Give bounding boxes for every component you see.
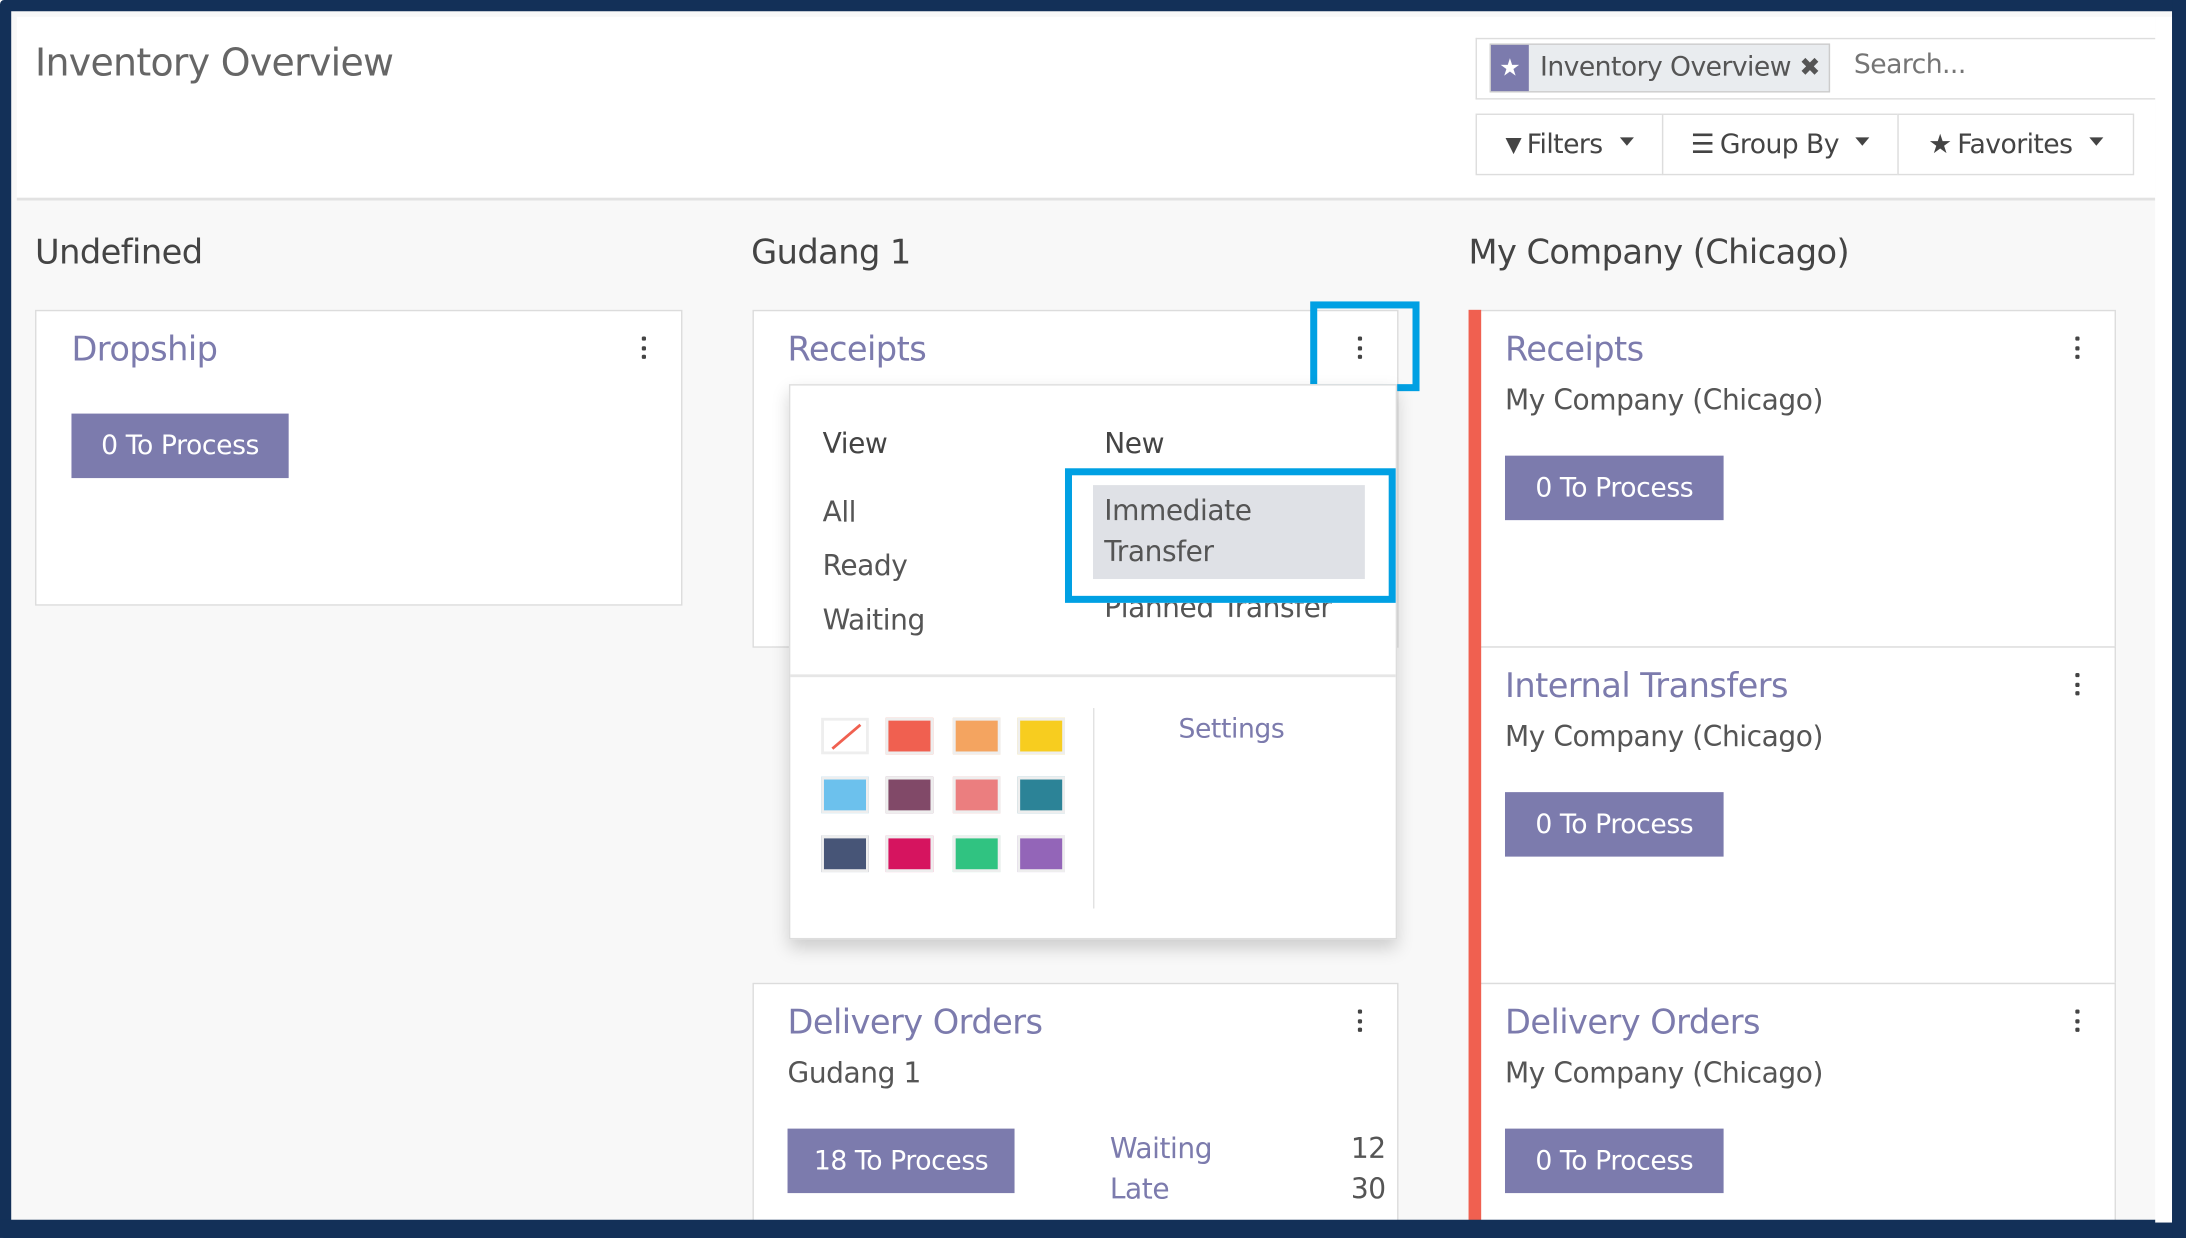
- no-color-swatch[interactable]: [821, 717, 869, 755]
- card-title[interactable]: Receipts: [1505, 329, 1644, 368]
- star-icon: ★: [1928, 128, 1952, 160]
- color-swatch[interactable]: [1017, 717, 1065, 755]
- favorites-label: Favorites: [1957, 128, 2073, 160]
- divider: [1093, 708, 1095, 909]
- color-swatch[interactable]: [1017, 835, 1065, 873]
- card-subtitle: My Company (Chicago): [1504, 1055, 1824, 1090]
- filters-label: Filters: [1526, 128, 1603, 160]
- to-process-button[interactable]: 0 To Process: [1504, 1128, 1724, 1194]
- star-icon: ★: [1490, 44, 1529, 92]
- to-process-button[interactable]: 0 To Process: [1504, 455, 1724, 521]
- card-title[interactable]: Delivery Orders: [788, 1002, 1044, 1041]
- kebab-menu-icon[interactable]: [2074, 1009, 2080, 1032]
- to-process-button[interactable]: 18 To Process: [787, 1128, 1015, 1194]
- group-by-button[interactable]: ☰ Group By: [1661, 113, 1899, 176]
- caret-down-icon: [2089, 136, 2104, 146]
- view-ready-item[interactable]: Ready: [823, 548, 908, 582]
- card-subtitle: My Company (Chicago): [1504, 382, 1824, 417]
- new-heading: New: [1104, 426, 1165, 460]
- late-link[interactable]: Late: [1110, 1172, 1170, 1206]
- to-process-button[interactable]: 0 To Process: [1504, 792, 1724, 857]
- facet-label: Inventory Overview: [1540, 51, 1791, 83]
- search-facet: ★ Inventory Overview ✖: [1489, 43, 1831, 93]
- color-swatch[interactable]: [1017, 776, 1065, 814]
- color-swatch[interactable]: [885, 717, 934, 755]
- column-header: My Company (Chicago): [1468, 232, 1850, 272]
- card-title[interactable]: Receipts: [788, 329, 927, 368]
- card-title[interactable]: Dropship: [71, 329, 218, 368]
- filters-button[interactable]: ▼ Filters: [1475, 113, 1664, 176]
- waiting-count: 12: [1350, 1131, 1386, 1166]
- kebab-menu-icon[interactable]: [640, 336, 646, 359]
- color-swatch[interactable]: [952, 835, 1001, 873]
- page-title: Inventory Overview: [35, 42, 394, 86]
- column-header: Undefined: [35, 232, 203, 272]
- card-title[interactable]: Delivery Orders: [1505, 1002, 1761, 1041]
- card-subtitle: Gudang 1: [787, 1055, 922, 1090]
- to-process-button[interactable]: 0 To Process: [71, 413, 289, 479]
- late-count: 30: [1350, 1172, 1386, 1206]
- view-all-item[interactable]: All: [823, 495, 857, 529]
- settings-link[interactable]: Settings: [1178, 714, 1284, 745]
- search-input[interactable]: [1853, 49, 2135, 80]
- frame-gutter: [2155, 16, 2173, 1223]
- window-frame-bottom: [0, 1219, 2186, 1238]
- column-header: Gudang 1: [751, 232, 911, 272]
- window-frame-right: [2172, 0, 2186, 1238]
- color-swatch[interactable]: [952, 776, 1001, 814]
- view-waiting-item[interactable]: Waiting: [823, 603, 926, 637]
- card-title[interactable]: Internal Transfers: [1505, 666, 1789, 705]
- color-swatch[interactable]: [821, 835, 869, 873]
- caret-down-icon: [1855, 136, 1870, 146]
- caret-down-icon: [1619, 136, 1634, 146]
- card-color-bar: [1468, 309, 1482, 1222]
- card-subtitle: My Company (Chicago): [1504, 719, 1824, 753]
- view-heading: View: [822, 426, 888, 460]
- filter-icon: ▼: [1505, 131, 1522, 158]
- kebab-menu-icon[interactable]: [2074, 672, 2080, 696]
- color-swatch[interactable]: [952, 717, 1001, 755]
- divider: [790, 674, 1396, 678]
- remove-facet-icon[interactable]: ✖: [1799, 45, 1829, 91]
- waiting-link[interactable]: Waiting: [1110, 1131, 1213, 1165]
- color-swatch[interactable]: [821, 776, 869, 814]
- no-color-icon: [831, 723, 862, 750]
- kebab-menu-icon[interactable]: [1356, 1009, 1362, 1032]
- color-swatch[interactable]: [885, 835, 934, 873]
- bars-icon: ☰: [1690, 128, 1715, 160]
- favorites-button[interactable]: ★ Favorites: [1897, 113, 2135, 176]
- color-swatch[interactable]: [885, 776, 934, 814]
- highlight-box: [1310, 301, 1420, 392]
- highlight-box: [1064, 468, 1396, 603]
- group-by-label: Group By: [1719, 128, 1840, 160]
- kebab-menu-icon[interactable]: [2074, 336, 2080, 359]
